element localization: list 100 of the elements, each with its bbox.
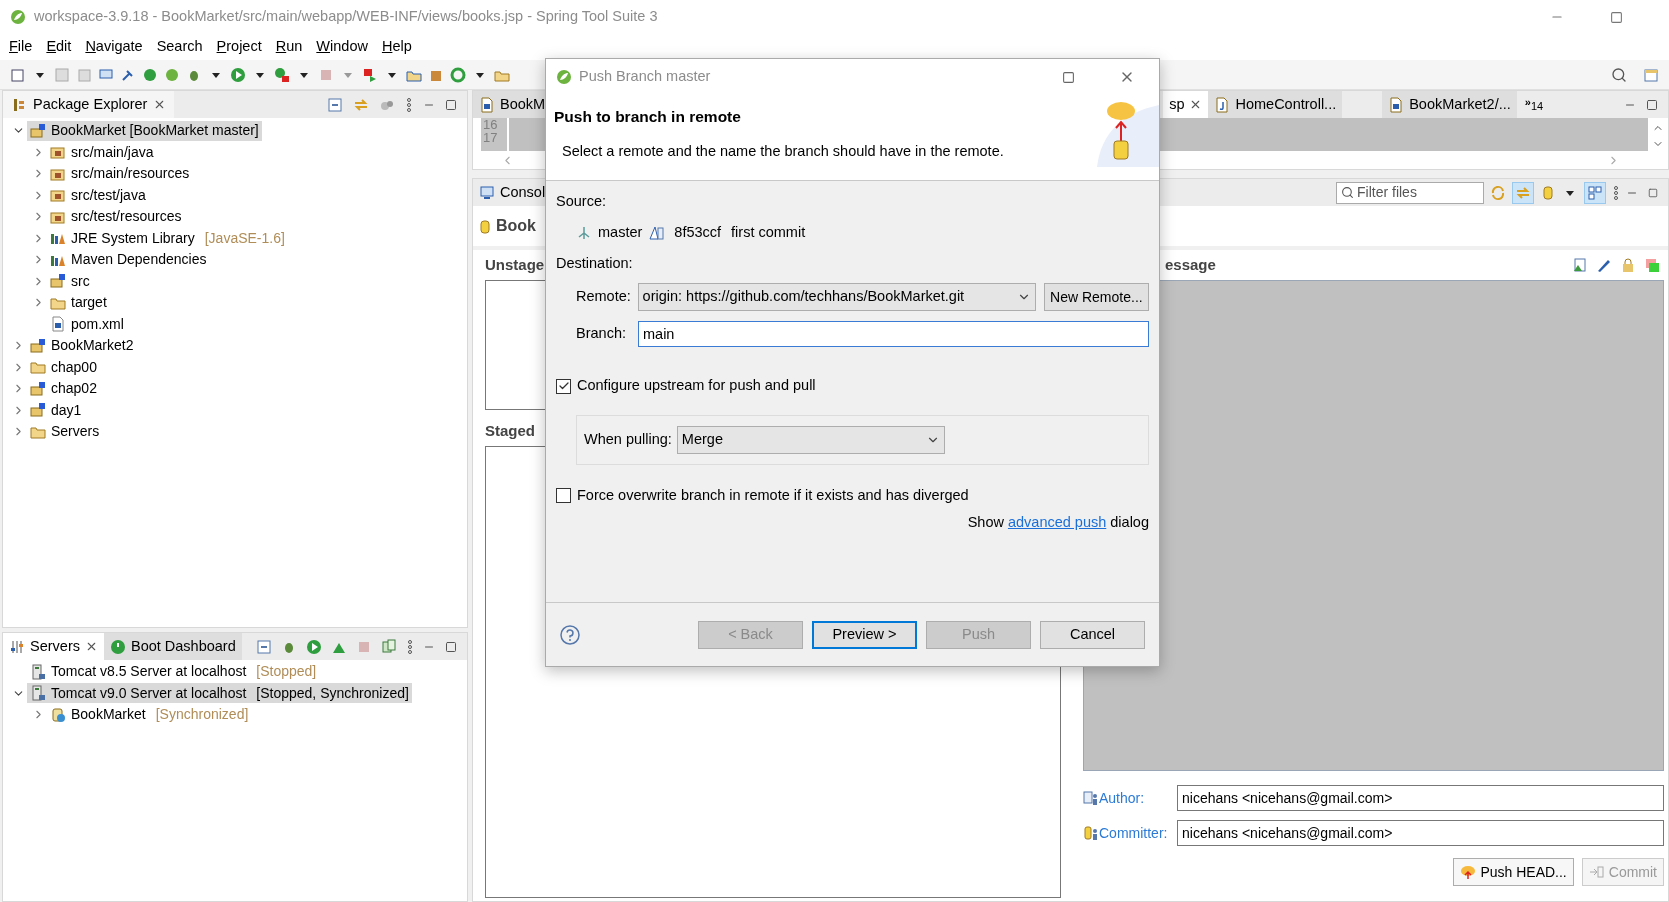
run-icon[interactable] — [306, 638, 322, 655]
filter-input[interactable]: Filter files — [1357, 182, 1479, 203]
view-tab[interactable]: Servers — [3, 633, 104, 660]
spring-leaf-icon — [10, 9, 26, 25]
maximize-icon[interactable] — [1646, 98, 1658, 111]
power-icon — [109, 638, 126, 655]
dialog-description: Select a remote and the name the branch should have in the remote. — [561, 142, 1005, 162]
author-field[interactable]: nicehans <nicehans@gmail.com> — [1177, 785, 1664, 811]
java-file-icon — [1214, 96, 1231, 113]
checkbox[interactable] — [556, 378, 571, 394]
checkbox[interactable] — [556, 488, 571, 504]
flag-icon[interactable] — [362, 66, 378, 83]
search-icon — [1341, 186, 1354, 199]
tree-item[interactable]: Maven Dependencies — [47, 249, 210, 270]
tree-item[interactable]: BookMarket [Synchronized] — [47, 704, 252, 725]
sync-icon[interactable] — [1490, 184, 1506, 201]
new-icon[interactable] — [10, 66, 26, 83]
sliders-icon — [9, 638, 25, 655]
tree-item[interactable]: src/test/java — [47, 185, 149, 206]
more-icon[interactable] — [405, 96, 413, 113]
tree-item[interactable]: src/main/resources — [47, 163, 193, 184]
dialog-button[interactable]: Cancel — [1040, 620, 1145, 649]
project-icon — [50, 273, 66, 290]
layout-icon[interactable] — [1587, 184, 1603, 201]
editor-tab[interactable]: sp — [1163, 91, 1209, 118]
tree-item[interactable]: src/test/resources — [47, 206, 185, 227]
pencil-icon[interactable] — [1596, 257, 1612, 273]
package-folder-icon — [50, 144, 66, 161]
repository-icon — [477, 218, 493, 234]
menu-item[interactable]: Navigate — [85, 36, 143, 58]
editor-tab[interactable]: BookMarket2/... — [1382, 91, 1517, 118]
more-tabs-indicator[interactable]: »14 — [1524, 94, 1544, 115]
run-icon[interactable] — [230, 66, 246, 83]
field-label: When pulling: — [584, 430, 672, 450]
tree-item[interactable]: Servers — [27, 421, 103, 442]
filter-field[interactable]: Filter files — [1336, 181, 1484, 204]
project-icon — [30, 337, 46, 354]
dialog-button[interactable]: Preview > — [812, 620, 917, 649]
link-icon[interactable] — [353, 96, 369, 113]
maximize-icon[interactable] — [1610, 10, 1623, 24]
dialog-heading: Push to branch in remote — [554, 107, 742, 127]
help-icon[interactable] — [560, 624, 580, 645]
menu-item[interactable]: Edit — [46, 36, 72, 58]
tree-item[interactable]: chap00 — [27, 357, 100, 378]
menu-item[interactable]: File — [9, 36, 33, 58]
tree-item[interactable]: Tomcat v9.0 Server at localhost [Stopped, Synchronized] — [27, 683, 412, 704]
tree-item[interactable]: BookMarket [BookMarket master] — [27, 120, 262, 141]
checkbox-label: Force overwrite branch in remote if it exists and has diverged — [577, 486, 969, 505]
lock-icon[interactable] — [1620, 257, 1636, 273]
maven-file-icon — [1388, 96, 1405, 113]
cloud-upload-icon — [1460, 864, 1477, 880]
menu-item[interactable]: Run — [275, 36, 303, 58]
menu-item[interactable]: Project — [216, 36, 262, 58]
remote-dropdown[interactable]: origin: https://github.com/techhans/BookMarket.git — [637, 283, 1036, 312]
collapse-all-icon[interactable] — [327, 96, 343, 113]
maximize-icon[interactable] — [445, 640, 457, 653]
package-icon — [11, 96, 27, 113]
branch-icon — [576, 224, 592, 241]
tree-item[interactable]: src — [47, 271, 93, 292]
section-header: Unstage — [485, 254, 545, 275]
view-tab[interactable]: Boot Dashboard — [103, 633, 242, 660]
collapse-all-icon[interactable] — [256, 638, 272, 655]
tree-item[interactable]: pom.xml — [47, 314, 127, 335]
line-number: 17 — [483, 131, 499, 144]
dialog-title: Push Branch master — [579, 67, 711, 87]
power-icon[interactable] — [142, 66, 158, 83]
publish-icon[interactable] — [381, 638, 397, 655]
maximize-icon[interactable] — [1062, 70, 1075, 84]
push-head-button[interactable]: Push HEAD... — [1453, 858, 1574, 886]
committer-field[interactable]: nicehans <nicehans@gmail.com> — [1177, 820, 1664, 846]
commit-message: first commit — [731, 222, 806, 242]
document-icon[interactable] — [1572, 257, 1588, 273]
committer-icon — [1083, 825, 1099, 841]
new-remote-button[interactable]: New Remote... — [1043, 283, 1149, 312]
tree-item[interactable]: day1 — [27, 400, 85, 421]
tree-item[interactable]: chap02 — [27, 378, 100, 399]
tree-item[interactable]: Tomcat v8.5 Server at localhost [Stopped] — [27, 661, 320, 682]
more-icon[interactable] — [1612, 184, 1620, 201]
editor-tab[interactable]: HomeControll... — [1208, 91, 1343, 118]
tree-item[interactable]: JRE System Library [JavaSE-1.6] — [47, 228, 288, 249]
menu-item[interactable]: Help — [381, 36, 412, 58]
tree-item[interactable]: BookMarket2 — [27, 335, 137, 356]
commit-icon — [1588, 864, 1605, 880]
tree-item[interactable]: src/main/java — [47, 142, 157, 163]
branch-field[interactable]: main — [638, 321, 1149, 348]
menu-item[interactable]: Search — [156, 36, 203, 58]
field-label: Author: — [1099, 788, 1145, 808]
restore-icon[interactable] — [1648, 187, 1658, 198]
run-tool-icon[interactable] — [274, 66, 290, 83]
view-tab[interactable]: Package Explorer — [3, 91, 175, 118]
destination-label: Destination: — [556, 253, 634, 273]
maximize-icon[interactable] — [445, 98, 457, 111]
more-icon[interactable] — [406, 638, 414, 655]
pull-mode-dropdown[interactable]: Merge — [676, 426, 945, 454]
link-label: dialog — [1110, 512, 1149, 532]
menu-item[interactable]: Window — [316, 36, 368, 58]
tree-item[interactable]: target — [47, 292, 110, 313]
advanced-push-link[interactable]: advanced push — [1007, 511, 1107, 534]
search-icon[interactable] — [1611, 66, 1627, 83]
perspective-icon[interactable] — [1643, 66, 1659, 83]
